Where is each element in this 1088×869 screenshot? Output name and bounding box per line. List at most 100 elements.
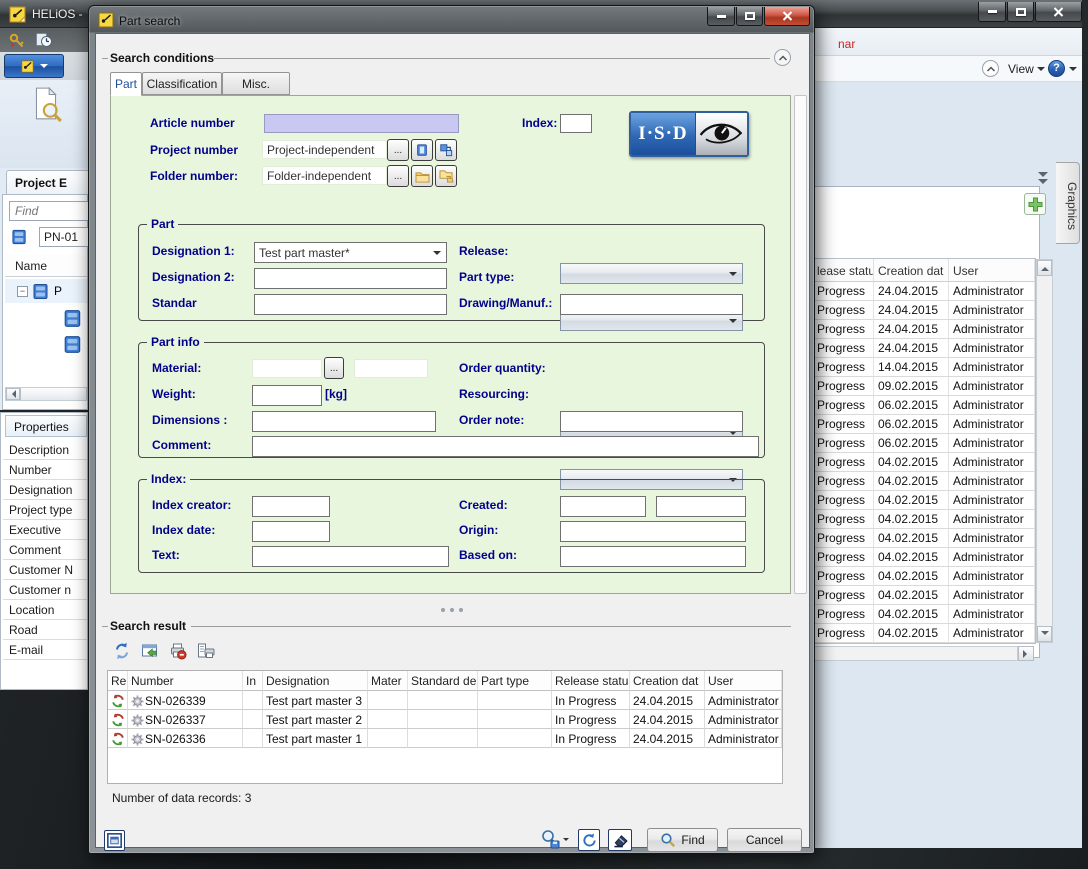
table-row[interactable]: Progress 04.02.2015 Administrator <box>813 624 1035 643</box>
property-list-item[interactable]: E-mail <box>3 640 87 660</box>
index-date-input[interactable] <box>252 521 330 542</box>
toggle-dialog-size-button[interactable] <box>104 830 125 851</box>
property-list-item[interactable]: Location <box>3 600 87 620</box>
main-maximize-button[interactable] <box>1007 2 1034 22</box>
find-input[interactable] <box>9 201 89 221</box>
folder-browse-button[interactable]: ... <box>387 165 409 187</box>
project-number-value[interactable]: Project-independent <box>262 140 387 159</box>
folder-select-button[interactable] <box>411 165 433 187</box>
created-from-input[interactable] <box>560 496 646 517</box>
standard-input[interactable] <box>254 294 447 315</box>
column-header[interactable]: Standard de <box>408 671 478 691</box>
cabinet-icon[interactable] <box>63 309 83 331</box>
origin-input[interactable] <box>560 521 746 542</box>
table-row[interactable]: Progress 04.02.2015 Administrator <box>813 472 1035 491</box>
login-key-icon[interactable] <box>8 31 26 52</box>
table-row[interactable]: Progress 06.02.2015 Administrator <box>813 396 1035 415</box>
background-table-horizontal-scrollbar[interactable] <box>812 646 1018 661</box>
index-creator-input[interactable] <box>252 496 330 517</box>
property-list-item[interactable]: Road <box>3 620 87 640</box>
panel-vertical-scrollbar[interactable] <box>794 95 807 594</box>
ribbon-collapse-button[interactable] <box>982 60 999 77</box>
table-row[interactable]: Progress 04.02.2015 Administrator <box>813 491 1035 510</box>
table-row[interactable]: Progress 04.02.2015 Administrator <box>813 548 1035 567</box>
result-row[interactable]: SN-026339 Test part master 3 In Progress… <box>108 691 782 710</box>
property-list-item[interactable]: Comment <box>3 540 87 560</box>
column-header[interactable]: Creation dat <box>874 259 949 282</box>
table-row[interactable]: Progress 24.04.2015 Administrator <box>813 339 1035 358</box>
background-table-vertical-scrollbar[interactable] <box>1036 259 1053 643</box>
properties-header[interactable]: Properties <box>5 415 87 437</box>
designation1-combo[interactable]: Test part master* <box>254 242 447 263</box>
scrollbar-thumb[interactable] <box>20 388 86 400</box>
help-button[interactable]: ? <box>1048 60 1065 77</box>
result-row[interactable]: SN-026336 Test part master 1 In Progress… <box>108 729 782 748</box>
table-row[interactable]: Progress 09.02.2015 Administrator <box>813 377 1035 396</box>
table-row[interactable]: Progress 24.04.2015 Administrator <box>813 301 1035 320</box>
weight-input[interactable] <box>252 385 322 406</box>
documents-search-icon[interactable] <box>28 86 64 125</box>
column-header[interactable]: Re <box>108 671 128 691</box>
tree-collapse-icon[interactable]: − <box>17 286 28 297</box>
property-list-item[interactable]: Project type <box>3 500 87 520</box>
table-row[interactable]: Progress 04.02.2015 Administrator <box>813 605 1035 624</box>
column-header[interactable]: lease statu <box>813 259 874 282</box>
view-menu[interactable]: View <box>1008 62 1034 76</box>
reset-refresh-button[interactable] <box>578 829 600 851</box>
chevron-down-icon[interactable] <box>1069 67 1077 75</box>
column-header[interactable]: Number <box>128 671 243 691</box>
delete-result-button[interactable] <box>166 640 190 662</box>
column-header[interactable]: Release statu <box>552 671 630 691</box>
project-number-input[interactable] <box>39 227 91 247</box>
dialog-close-button[interactable] <box>764 7 810 26</box>
refresh-results-button[interactable] <box>110 640 134 662</box>
tree-name-column-header[interactable]: Name <box>5 255 87 277</box>
project-link-button[interactable] <box>435 139 457 161</box>
article-number-input[interactable] <box>264 114 459 133</box>
designation2-input[interactable] <box>254 268 447 289</box>
tab-misc[interactable]: Misc. <box>222 72 290 95</box>
splitter-handle[interactable] <box>441 608 463 612</box>
property-list-item[interactable]: Number <box>3 460 87 480</box>
release-combo[interactable] <box>560 263 743 284</box>
main-close-button[interactable] <box>1035 2 1082 22</box>
drawing-manuf-input[interactable] <box>560 294 743 315</box>
property-list-item[interactable]: Description <box>3 440 87 460</box>
tree-horizontal-scrollbar[interactable] <box>5 387 87 401</box>
table-row[interactable]: Progress 04.02.2015 Administrator <box>813 529 1035 548</box>
table-row[interactable]: Progress 06.02.2015 Administrator <box>813 434 1035 453</box>
tab-classification[interactable]: Classification <box>142 72 222 95</box>
find-button[interactable]: Find <box>647 828 718 852</box>
main-minimize-button[interactable] <box>978 2 1006 22</box>
tab-part[interactable]: Part <box>110 72 142 96</box>
column-header[interactable]: Mater <box>368 671 408 691</box>
table-row[interactable]: Progress 04.02.2015 Administrator <box>813 567 1035 586</box>
scroll-right-arrow-icon[interactable] <box>1018 646 1034 661</box>
column-header[interactable]: In <box>243 671 263 691</box>
created-to-input[interactable] <box>656 496 746 517</box>
dialog-maximize-button[interactable] <box>736 7 763 26</box>
project-select-button[interactable] <box>411 139 433 161</box>
column-header[interactable]: Part type <box>478 671 552 691</box>
add-button[interactable] <box>1024 193 1046 215</box>
property-list-item[interactable]: Customer N <box>3 560 87 580</box>
cabinet-icon[interactable] <box>63 335 83 357</box>
table-row[interactable]: Progress 24.04.2015 Administrator <box>813 282 1035 301</box>
property-list-item[interactable]: Executive <box>3 520 87 540</box>
dialog-minimize-button[interactable] <box>707 7 735 26</box>
table-row[interactable]: Progress 24.04.2015 Administrator <box>813 320 1035 339</box>
tree-root-row[interactable]: − P <box>5 279 87 303</box>
table-row[interactable]: Progress 04.02.2015 Administrator <box>813 510 1035 529</box>
property-list-item[interactable]: Designation <box>3 480 87 500</box>
export-view-button[interactable] <box>138 640 162 662</box>
index-text-input[interactable] <box>252 546 449 567</box>
column-header[interactable]: User <box>705 671 782 691</box>
clear-fields-button[interactable] <box>608 829 632 851</box>
cancel-button[interactable]: Cancel <box>727 828 802 852</box>
dimensions-input[interactable] <box>252 411 436 432</box>
comment-input[interactable] <box>252 436 759 457</box>
application-menu-button[interactable] <box>4 54 64 78</box>
based-on-input[interactable] <box>560 546 746 567</box>
save-search-button[interactable] <box>540 829 569 849</box>
scroll-up-arrow-icon[interactable] <box>1037 260 1052 276</box>
